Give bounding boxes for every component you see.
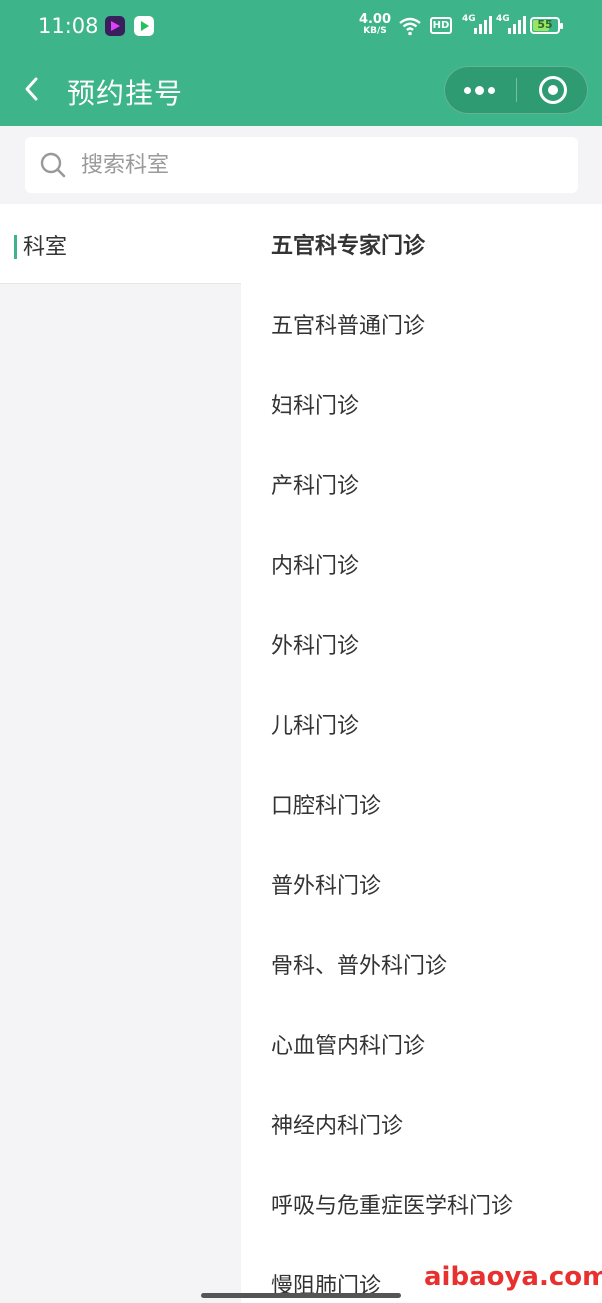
list-item[interactable]: 口腔科门诊 bbox=[241, 764, 602, 844]
department-label: 骨科、普外科门诊 bbox=[271, 954, 448, 979]
signal-icon: 4G bbox=[462, 14, 492, 36]
wifi-icon bbox=[399, 17, 421, 36]
header: 11:08 4.00 KB/S HD 4G 4G 55 预约挂号 bbox=[0, 0, 602, 126]
list-item[interactable]: 儿科门诊 bbox=[241, 684, 602, 764]
network-speed: 4.00 KB/S bbox=[358, 12, 392, 36]
more-dots-icon[interactable] bbox=[445, 67, 516, 113]
list-item[interactable]: 神经内科门诊 bbox=[241, 1084, 602, 1164]
hd-icon: HD bbox=[430, 17, 452, 34]
miniapp-capsule bbox=[444, 66, 588, 114]
list-item[interactable]: 五官科普通门诊 bbox=[241, 284, 602, 364]
department-label: 产科门诊 bbox=[271, 474, 360, 499]
home-indicator[interactable] bbox=[201, 1293, 401, 1298]
watermark: aibaoya.com bbox=[424, 1262, 602, 1292]
department-list: 五官科专家门诊 五官科普通门诊 妇科门诊 产科门诊 内科门诊 外科门诊 儿科门诊… bbox=[241, 204, 602, 1303]
search-bar bbox=[0, 126, 602, 204]
search-icon bbox=[40, 152, 66, 178]
list-item[interactable]: 外科门诊 bbox=[241, 604, 602, 684]
target-icon[interactable] bbox=[539, 76, 567, 104]
category-label: 科室 bbox=[23, 235, 68, 260]
department-label: 外科门诊 bbox=[271, 634, 360, 659]
department-label: 妇科门诊 bbox=[271, 394, 360, 419]
department-label: 内科门诊 bbox=[271, 554, 360, 579]
list-item[interactable]: 产科门诊 bbox=[241, 444, 602, 524]
active-indicator bbox=[14, 235, 17, 259]
player-app-icon bbox=[134, 16, 154, 36]
department-label: 普外科门诊 bbox=[271, 874, 382, 899]
department-label: 呼吸与危重症医学科门诊 bbox=[271, 1194, 514, 1219]
list-item[interactable]: 五官科专家门诊 bbox=[241, 204, 602, 284]
battery-level: 55 bbox=[537, 18, 553, 31]
status-bar: 11:08 4.00 KB/S HD 4G 4G 55 bbox=[0, 0, 602, 52]
page-title: 预约挂号 bbox=[67, 77, 184, 110]
battery-icon: 55 bbox=[530, 17, 563, 34]
list-item[interactable]: 内科门诊 bbox=[241, 524, 602, 604]
department-label: 儿科门诊 bbox=[271, 714, 360, 739]
chevron-left-icon[interactable] bbox=[22, 76, 42, 102]
list-item[interactable]: 心血管内科门诊 bbox=[241, 1004, 602, 1084]
network-speed-value: 4.00 bbox=[358, 12, 392, 27]
list-item[interactable]: 骨科、普外科门诊 bbox=[241, 924, 602, 1004]
network-speed-unit: KB/S bbox=[363, 26, 387, 36]
video-app-icon bbox=[105, 16, 125, 36]
category-item-department[interactable]: 科室 bbox=[0, 204, 241, 284]
nav-bar: 预约挂号 bbox=[0, 52, 602, 126]
department-label: 口腔科门诊 bbox=[271, 794, 382, 819]
list-item[interactable]: 普外科门诊 bbox=[241, 844, 602, 924]
list-item[interactable]: 妇科门诊 bbox=[241, 364, 602, 444]
category-sidebar: 科室 bbox=[0, 204, 241, 1303]
department-label: 心血管内科门诊 bbox=[271, 1034, 426, 1059]
department-label: 五官科专家门诊 bbox=[271, 234, 426, 259]
list-item[interactable]: 呼吸与危重症医学科门诊 bbox=[241, 1164, 602, 1244]
department-label: 神经内科门诊 bbox=[271, 1114, 404, 1139]
department-label: 五官科普通门诊 bbox=[271, 314, 426, 339]
search-box[interactable] bbox=[25, 137, 578, 193]
status-time: 11:08 bbox=[38, 14, 99, 38]
capsule-divider bbox=[516, 78, 517, 102]
search-input[interactable] bbox=[81, 146, 551, 184]
signal-icon: 4G bbox=[496, 14, 526, 36]
